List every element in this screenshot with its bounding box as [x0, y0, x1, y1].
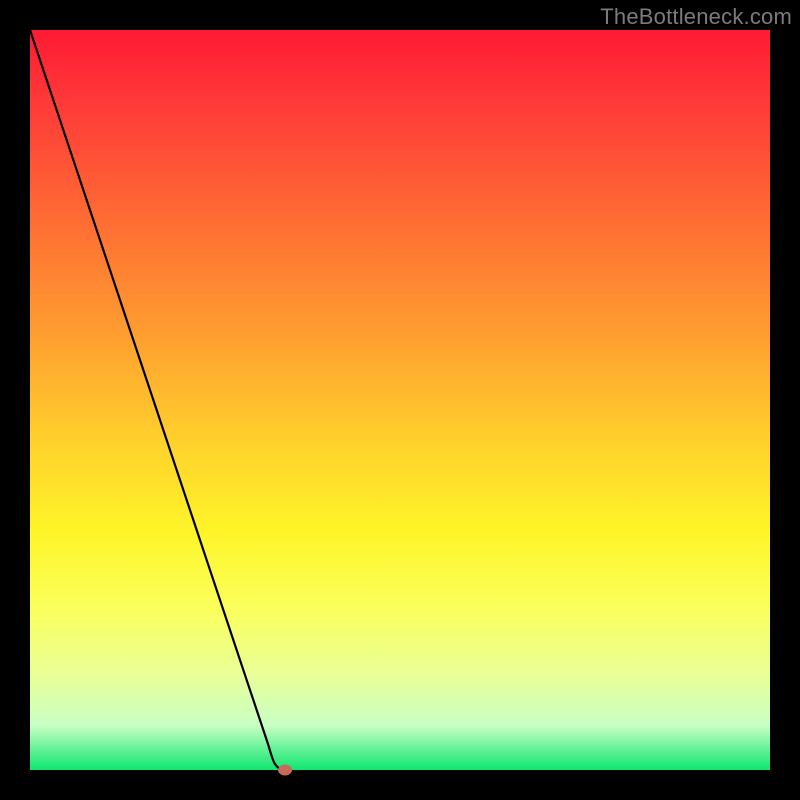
bottleneck-curve — [30, 30, 770, 770]
optimum-marker — [278, 765, 292, 776]
plot-area — [30, 30, 770, 770]
chart-frame: TheBottleneck.com — [0, 0, 800, 800]
watermark-text: TheBottleneck.com — [600, 4, 792, 30]
